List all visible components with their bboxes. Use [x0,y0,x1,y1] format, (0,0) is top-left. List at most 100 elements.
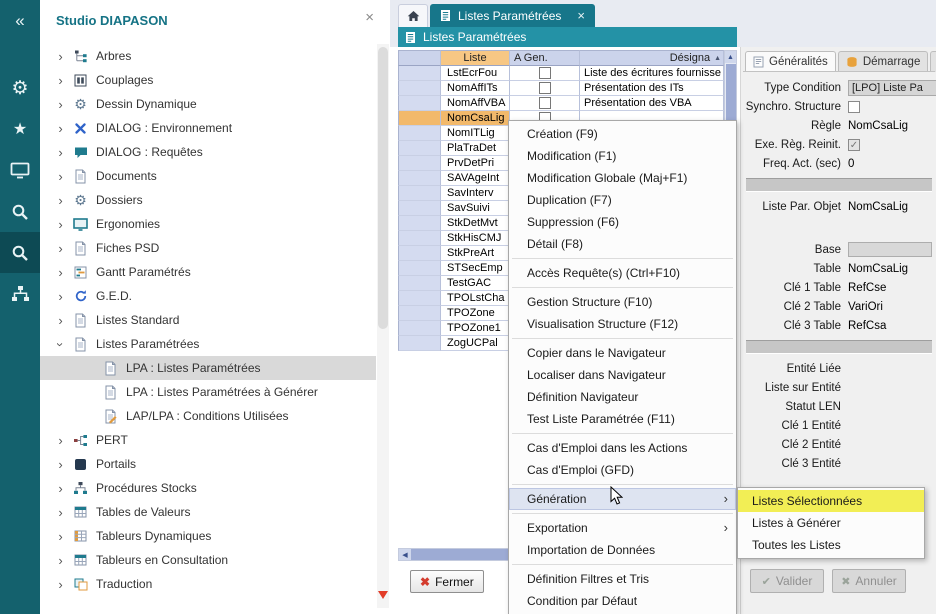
field-checkbox[interactable]: ✓ [848,139,860,151]
chevron-collapsed-icon[interactable]: › [54,121,67,136]
scroll-more-icon[interactable] [378,591,388,599]
nav-monitor-icon[interactable] [0,150,40,191]
menu-item-condition-par-d-faut[interactable]: Condition par Défaut [509,590,736,612]
tree-item-dialog-requ-tes[interactable]: ›DIALOG : Requêtes [40,140,376,164]
table-row[interactable]: NomAffITsPrésentation des ITs [398,81,724,96]
tree-item-documents[interactable]: ›Documents [40,164,376,188]
annuler-button[interactable]: ✖ Annuler [832,569,906,593]
menu-item-cas-d-emploi-gfd[interactable]: Cas d'Emploi (GFD) [509,459,736,481]
tree-item-listes-param-tr-es[interactable]: ›Listes Paramétrées [40,332,376,356]
tree-item-tableurs-dynamiques[interactable]: ›Tableurs Dynamiques [40,524,376,548]
chevron-expanded-icon[interactable]: › [53,338,68,351]
tab-demarrage[interactable]: Démarrage [838,51,929,72]
chevron-collapsed-icon[interactable]: › [54,265,67,280]
tab-home[interactable] [398,4,428,27]
header-designation[interactable]: Désigna▲ [580,50,724,66]
chevron-collapsed-icon[interactable]: › [54,577,67,592]
menu-item-exportation[interactable]: Exportation› [509,517,736,539]
tree-item-proc-dures-stocks[interactable]: ›Procédures Stocks [40,476,376,500]
nav-search2-icon[interactable] [0,232,40,273]
menu-item-duplication-f7[interactable]: Duplication (F7) [509,189,736,211]
menu-item-cas-d-emploi-dans-les-actions[interactable]: Cas d'Emploi dans les Actions [509,437,736,459]
chevron-collapsed-icon[interactable]: › [54,193,67,208]
chevron-collapsed-icon[interactable]: › [54,433,67,448]
agen-checkbox[interactable] [539,82,551,94]
tree-item-g-e-d[interactable]: ›G.E.D. [40,284,376,308]
tab-listes-parametrees[interactable]: Listes Paramétrées × [430,4,595,27]
tree-item-tableurs-en-consultation[interactable]: ›Tableurs en Consultation [40,548,376,572]
menu-item-acc-s-requ-te-s-ctrl-f10[interactable]: Accès Requête(s) (Ctrl+F10) [509,262,736,284]
menu-item-test-liste-param-tr-e-f11[interactable]: Test Liste Paramétrée (F11) [509,408,736,430]
menu-item-copier-dans-le-navigateur[interactable]: Copier dans le Navigateur [509,342,736,364]
chevron-collapsed-icon[interactable]: › [54,457,67,472]
nav-star-icon[interactable]: ★ [0,109,40,150]
chevron-collapsed-icon[interactable]: › [54,505,67,520]
row-selector[interactable] [398,141,441,156]
row-selector[interactable] [398,276,441,291]
menu-item-modification-globale-maj-f1[interactable]: Modification Globale (Maj+F1) [509,167,736,189]
row-selector[interactable] [398,306,441,321]
field-value-dropdown[interactable]: [LPO] Liste Pa [848,80,936,96]
tab-generalites[interactable]: Généralités [745,51,836,72]
collapse-icon[interactable]: « [0,0,40,40]
nav-hierarchy-icon[interactable] [0,273,40,314]
menu-item-modification-f1[interactable]: Modification (F1) [509,145,736,167]
menu-item-suppression-f6[interactable]: Suppression (F6) [509,211,736,233]
agen-checkbox[interactable] [539,67,551,79]
row-selector[interactable] [398,111,441,126]
tab-close-icon[interactable]: × [577,8,585,23]
row-selector[interactable] [398,231,441,246]
tree-item-couplages[interactable]: ›Couplages [40,68,376,92]
tree-item-dossiers[interactable]: ›⚙Dossiers [40,188,376,212]
menu-item-d-finition-filtres-et-tris[interactable]: Définition Filtres et Tris [509,568,736,590]
header-liste[interactable]: Liste [441,50,510,66]
chevron-collapsed-icon[interactable]: › [54,241,67,256]
tree-item-tables-de-valeurs[interactable]: ›Tables de Valeurs [40,500,376,524]
row-selector[interactable] [398,156,441,171]
tree-item-traduction[interactable]: ›Traduction [40,572,376,596]
tree-item-lap-lpa-conditions-utilis-es[interactable]: LAP/LPA : Conditions Utilisées [40,404,376,428]
fermer-button[interactable]: ✖ Fermer [410,570,484,593]
nav-search-icon[interactable] [0,191,40,232]
field-checkbox[interactable] [848,101,860,113]
tree-item-arbres[interactable]: ›Arbres [40,44,376,68]
scroll-left-icon[interactable]: ◀ [399,549,411,560]
chevron-collapsed-icon[interactable]: › [54,553,67,568]
tree-item-listes-standard[interactable]: ›Listes Standard [40,308,376,332]
row-selector[interactable] [398,321,441,336]
tree-scrollbar-thumb[interactable] [378,47,388,329]
row-selector[interactable] [398,171,441,186]
table-row[interactable]: LstEcrFouListe des écritures fournisse [398,66,724,81]
table-row[interactable]: NomAffVBAPrésentation des VBA [398,96,724,111]
menu-item-visualisation-structure-f12[interactable]: Visualisation Structure (F12) [509,313,736,335]
menu-item-cr-ation-f9[interactable]: Création (F9) [509,123,736,145]
row-selector[interactable] [398,186,441,201]
tree-item-lpa-listes-param-tr-es[interactable]: LPA : Listes Paramétrées [40,356,376,380]
chevron-collapsed-icon[interactable]: › [54,313,67,328]
row-selector[interactable] [398,201,441,216]
tree-item-gantt-param-tr-s[interactable]: ›Gantt Paramétrés [40,260,376,284]
tree-item-pert[interactable]: ›PERT [40,428,376,452]
row-selector[interactable] [398,81,441,96]
tree-item-portails[interactable]: ›Portails [40,452,376,476]
agen-checkbox[interactable] [539,97,551,109]
tree-item-fiches-psd[interactable]: ›Fiches PSD [40,236,376,260]
scroll-up-icon[interactable]: ▲ [725,51,736,63]
row-selector[interactable] [398,66,441,81]
header-selector[interactable] [398,50,441,66]
chevron-collapsed-icon[interactable]: › [54,97,67,112]
chevron-collapsed-icon[interactable]: › [54,73,67,88]
menu-item-gestion-structure-f10[interactable]: Gestion Structure (F10) [509,291,736,313]
row-selector[interactable] [398,246,441,261]
menu-item-localiser-dans-navigateur[interactable]: Localiser dans Navigateur [509,364,736,386]
tree-item-dialog-environnement[interactable]: ›DIALOG : Environnement [40,116,376,140]
menu-item-d-finition-navigateur[interactable]: Définition Navigateur [509,386,736,408]
header-agen[interactable]: A Gen. [510,50,580,66]
chevron-collapsed-icon[interactable]: › [54,145,67,160]
tree-item-ergonomies[interactable]: ›Ergonomies [40,212,376,236]
chevron-collapsed-icon[interactable]: › [54,289,67,304]
chevron-collapsed-icon[interactable]: › [54,529,67,544]
chevron-collapsed-icon[interactable]: › [54,217,67,232]
row-selector[interactable] [398,216,441,231]
tree-item-lpa-listes-param-tr-es-g-n-rer[interactable]: LPA : Listes Paramétrées à Générer [40,380,376,404]
